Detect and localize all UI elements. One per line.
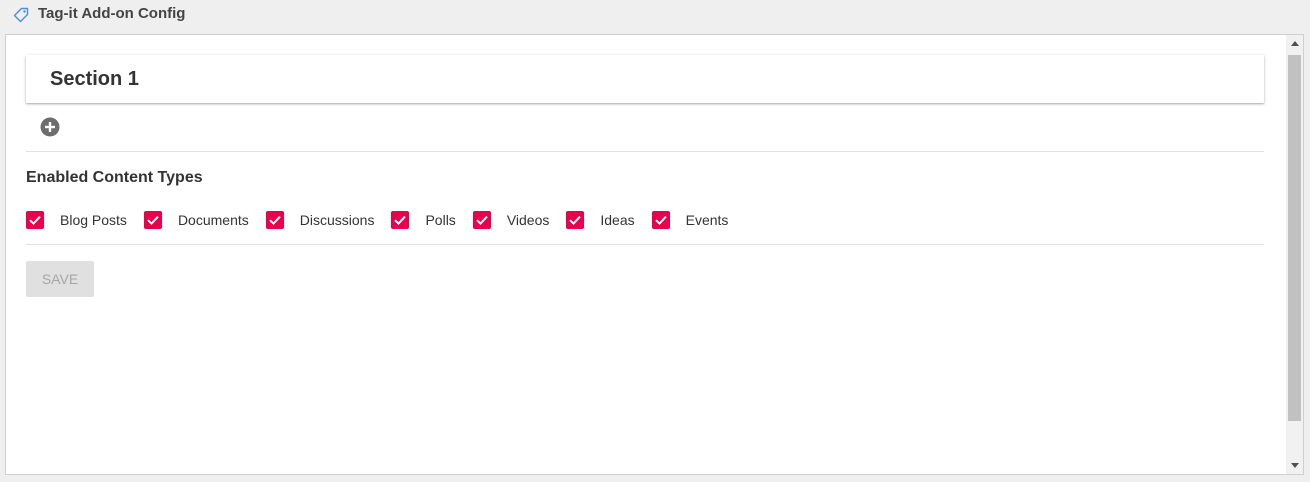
content-types-label: Enabled Content Types — [26, 169, 203, 186]
checkbox-checked-icon[interactable] — [265, 211, 284, 229]
checkbox-label: Discussions — [299, 212, 375, 228]
checkbox-checked-icon[interactable] — [26, 211, 44, 229]
section-card: Section 1 — [26, 55, 1264, 103]
scrollbar-thumb[interactable] — [1288, 55, 1301, 421]
vertical-scrollbar[interactable] — [1286, 35, 1303, 474]
checkbox-events[interactable]: Events — [651, 211, 729, 229]
checkbox-checked-icon[interactable] — [143, 211, 162, 229]
checkbox-checked-icon[interactable] — [472, 211, 491, 229]
scroll-down-arrow-icon[interactable] — [1286, 457, 1303, 474]
title-bar: Tag-it Add-on Config — [0, 0, 1310, 30]
config-panel: Section 1 Enabled Content Types Blog Pos… — [5, 34, 1304, 475]
scroll-up-arrow-icon[interactable] — [1286, 35, 1303, 52]
divider — [26, 151, 1264, 152]
content-types-checkboxes: Blog Posts Documents Discussions Polls V… — [26, 210, 745, 230]
page-title: Tag-it Add-on Config — [38, 5, 186, 22]
checkbox-ideas[interactable]: Ideas — [566, 211, 635, 229]
checkbox-blog-posts[interactable]: Blog Posts — [26, 211, 127, 229]
checkbox-label: Documents — [177, 212, 249, 228]
checkbox-checked-icon[interactable] — [566, 211, 585, 229]
checkbox-discussions[interactable]: Discussions — [265, 211, 375, 229]
checkbox-documents[interactable]: Documents — [143, 211, 249, 229]
checkbox-polls[interactable]: Polls — [391, 211, 456, 229]
plus-circle-icon[interactable] — [40, 117, 60, 137]
checkbox-checked-icon[interactable] — [651, 211, 670, 229]
divider — [26, 244, 1264, 245]
checkbox-checked-icon[interactable] — [391, 211, 410, 229]
checkbox-label: Blog Posts — [60, 212, 127, 228]
checkbox-label: Videos — [506, 212, 550, 228]
section-title: Section 1 — [50, 68, 139, 90]
checkbox-videos[interactable]: Videos — [472, 211, 550, 229]
checkbox-label: Events — [685, 212, 729, 228]
checkbox-label: Ideas — [600, 212, 635, 228]
checkbox-label: Polls — [425, 212, 456, 228]
save-button[interactable]: SAVE — [26, 261, 94, 297]
tag-icon — [13, 7, 29, 23]
